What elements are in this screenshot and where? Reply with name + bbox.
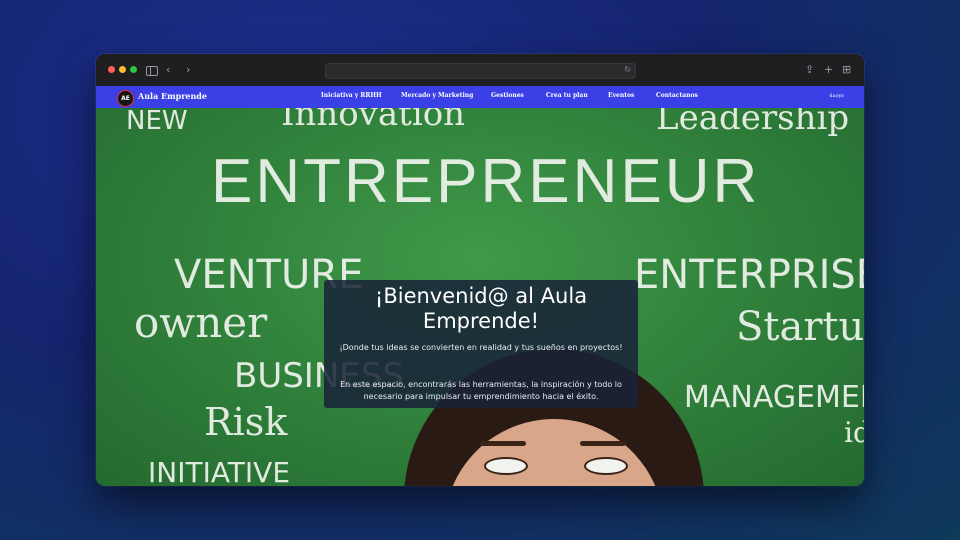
back-icon[interactable]: ‹ — [166, 63, 170, 77]
nav-link-eventos[interactable]: Eventos — [608, 92, 634, 99]
welcome-subtitle: ¡Donde tus ideas se convierten en realid… — [339, 343, 623, 352]
sidebar-toggle-icon[interactable] — [146, 66, 158, 76]
welcome-title: ¡Bienvenid@ al Aula Emprende! — [374, 284, 588, 333]
browser-window: ‹ › ↻ ⇪ + ⊞ AE Aula Emprende Iniciativa … — [96, 54, 864, 486]
tab-overview-icon[interactable]: ⊞ — [842, 63, 851, 77]
nav-link-iniciativa[interactable]: Iniciativa y RRHH — [321, 92, 382, 99]
hero-section: Innovation NEW Leadership ENTREPRENEUR V… — [96, 108, 864, 486]
board-word: ENTERPRISE — [634, 252, 864, 298]
close-window-button[interactable] — [108, 66, 115, 73]
board-word: Leadership — [656, 108, 850, 138]
nav-link-gestiones[interactable]: Gestiones — [491, 92, 524, 99]
board-word: owner — [134, 298, 268, 347]
welcome-panel: ¡Bienvenid@ al Aula Emprende! ¡Donde tus… — [324, 280, 638, 408]
board-word: Risk — [204, 400, 288, 444]
minimize-window-button[interactable] — [119, 66, 126, 73]
aula-emprende-logo[interactable]: AE — [117, 90, 134, 107]
eyebrow — [480, 441, 526, 446]
forward-icon[interactable]: › — [186, 63, 190, 77]
share-icon[interactable]: ⇪ — [805, 63, 814, 77]
nav-link-mercado[interactable]: Mercado y Marketing — [401, 92, 473, 99]
new-tab-icon[interactable]: + — [824, 63, 833, 77]
eyebrow — [580, 441, 626, 446]
board-word: ENTREPRENEUR — [211, 147, 761, 216]
reload-icon[interactable]: ↻ — [624, 65, 631, 74]
board-word: ideas — [844, 416, 864, 449]
nav-link-crea-tu-plan[interactable]: Crea tu plan — [546, 92, 588, 99]
maximize-window-button[interactable] — [130, 66, 137, 73]
welcome-body: En este espacio, encontrarás las herrami… — [340, 380, 622, 401]
board-word: Startup — [736, 304, 864, 350]
user-name[interactable]: daoys — [829, 93, 844, 99]
site-brand[interactable]: Aula Emprende — [138, 91, 207, 101]
board-word: MANAGEMENT — [684, 380, 864, 415]
site-navbar: AE Aula Emprende Iniciativa y RRHH Merca… — [96, 86, 864, 108]
eye — [484, 457, 528, 475]
browser-titlebar: ‹ › ↻ ⇪ + ⊞ — [96, 54, 864, 87]
eye — [584, 457, 628, 475]
nav-link-contactanos[interactable]: Contactanos — [656, 92, 698, 99]
board-word: INITIATIVE — [148, 456, 291, 486]
board-word: NEW — [126, 108, 188, 136]
address-bar[interactable]: ↻ — [325, 63, 636, 79]
board-word: Innovation — [281, 108, 466, 134]
